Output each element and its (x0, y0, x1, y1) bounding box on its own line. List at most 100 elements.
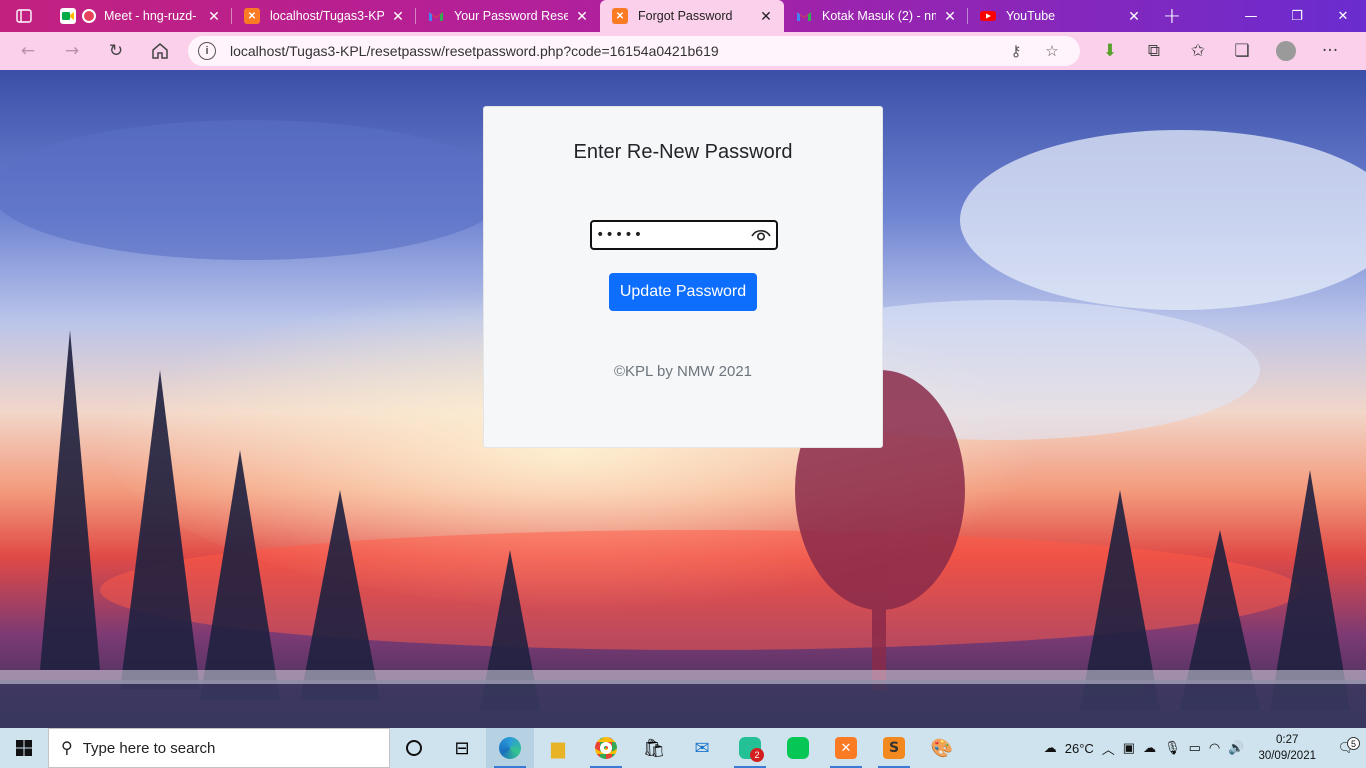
home-icon (152, 43, 168, 59)
site-info-icon[interactable]: i (198, 42, 216, 60)
more-icon: ··· (1321, 41, 1339, 61)
meet-now-icon[interactable]: ▣ (1119, 740, 1139, 756)
youtube-icon (980, 8, 996, 24)
taskbar-sublime[interactable]: S (870, 728, 918, 768)
favorites-icon: ✩ (1190, 41, 1206, 61)
home-button[interactable] (138, 35, 182, 67)
idm-extension-button[interactable]: ⬇ (1088, 35, 1132, 67)
tab-title: YouTube (1006, 9, 1056, 23)
tab-title: Your Password Reset L (454, 9, 568, 23)
url-text[interactable]: localhost/Tugas3-KPL/resetpassw/resetpas… (230, 43, 998, 59)
minimize-icon: — (1244, 8, 1258, 24)
tab-inbox[interactable]: Kotak Masuk (2) - nm ✕ (784, 0, 968, 32)
window-controls: — ❐ ✕ (1228, 0, 1366, 32)
weather-temperature[interactable]: 26°C (1061, 741, 1098, 756)
battery-icon[interactable]: ▭ (1185, 740, 1205, 756)
close-tab-icon[interactable]: ✕ (574, 8, 590, 25)
profile-button[interactable] (1264, 35, 1308, 67)
close-tab-icon[interactable]: ✕ (390, 8, 406, 25)
page-title: Enter Re-New Password (573, 141, 793, 163)
collections-button[interactable]: ❏ (1220, 35, 1264, 67)
maximize-button[interactable]: ❐ (1274, 0, 1320, 32)
close-tab-icon[interactable]: ✕ (206, 8, 222, 25)
restore-icon: ❐ (1291, 8, 1303, 24)
close-tab-icon[interactable]: ✕ (942, 8, 958, 25)
xampp-icon: ✕ (244, 8, 260, 24)
wifi-icon[interactable]: ◠ (1205, 740, 1224, 756)
back-button[interactable]: ← (6, 35, 50, 67)
page-background: Enter Re-New Password Update Password ©K… (0, 70, 1366, 728)
new-tab-button[interactable]: + (1152, 0, 1192, 32)
taskbar-paint[interactable]: 🎨 (918, 728, 966, 768)
edge-icon (499, 737, 521, 759)
recording-icon (82, 9, 96, 23)
tab-localhost[interactable]: ✕ localhost/Tugas3-KPL/ ✕ (232, 0, 416, 32)
settings-menu-button[interactable]: ··· (1308, 35, 1352, 67)
onedrive-icon[interactable]: ☁ (1139, 740, 1160, 756)
gmail-icon (796, 8, 812, 24)
taskbar-file-explorer[interactable]: ▆ (534, 728, 582, 768)
tab-forgot-password[interactable]: ✕ Forgot Password ✕ (600, 0, 784, 32)
forward-button[interactable]: → (50, 35, 94, 67)
refresh-button[interactable]: ↻ (94, 35, 138, 67)
tab-password-reset-mail[interactable]: Your Password Reset L ✕ (416, 0, 600, 32)
browser-toolbar: ← → ↻ i localhost/Tugas3-KPL/resetpassw/… (0, 32, 1366, 70)
update-password-button[interactable]: Update Password (609, 273, 757, 311)
system-tray: ☁ 26°C ︿ ▣ ☁ 🎙 ▭ ◠ 🔊 0:27 30/09/2021 🗨 5 (1040, 728, 1366, 768)
notification-center-button[interactable]: 🗨 5 (1326, 737, 1366, 756)
close-window-button[interactable]: ✕ (1320, 0, 1366, 32)
close-icon: ✕ (1337, 8, 1349, 24)
taskbar-search-box[interactable]: ⚲ Type here to search (48, 728, 390, 768)
taskbar-edge[interactable] (486, 728, 534, 768)
favorites-button[interactable]: ✩ (1176, 35, 1220, 67)
close-tab-icon[interactable]: ✕ (758, 8, 774, 25)
password-field[interactable] (590, 220, 778, 250)
chrome-icon (595, 737, 617, 759)
windows-logo-icon (16, 740, 32, 756)
line-icon (787, 737, 809, 759)
search-icon: ⚲ (61, 740, 73, 757)
taskbar-mail[interactable]: ✉ (678, 728, 726, 768)
plus-icon: + (1162, 3, 1182, 29)
cortana-icon (406, 740, 422, 756)
taskbar-store[interactable]: 🛍 (630, 728, 678, 768)
show-password-toggle[interactable] (750, 225, 772, 245)
xampp-icon: ✕ (612, 8, 628, 24)
xampp-icon: ✕ (835, 737, 857, 759)
notification-count: 5 (1347, 737, 1360, 750)
show-hidden-icons[interactable]: ︿ (1098, 739, 1119, 758)
close-tab-icon[interactable]: ✕ (1126, 8, 1142, 25)
password-key-icon[interactable]: ⚷ (998, 42, 1034, 60)
footer-copyright: ©KPL by NMW 2021 (613, 363, 753, 380)
collections-icon: ❏ (1234, 41, 1250, 61)
taskbar-xampp[interactable]: ✕ (822, 728, 870, 768)
minimize-button[interactable]: — (1228, 0, 1274, 32)
weather-icon[interactable]: ☁ (1040, 740, 1061, 756)
forward-arrow-icon: → (64, 41, 80, 61)
task-view-button[interactable]: ⊟ (438, 728, 486, 768)
folder-icon: ▆ (551, 737, 565, 759)
tab-title: Forgot Password (638, 9, 733, 23)
whatsapp-badge: 2 (750, 748, 764, 762)
address-bar[interactable]: i localhost/Tugas3-KPL/resetpassw/resetp… (188, 36, 1080, 66)
tab-youtube[interactable]: YouTube ✕ (968, 0, 1152, 32)
tab-meet[interactable]: Meet - hng-ruzd- ✕ (48, 0, 232, 32)
extensions-button[interactable]: ⧉ (1132, 35, 1176, 67)
paint-icon: 🎨 (930, 737, 954, 759)
taskbar-line[interactable] (774, 728, 822, 768)
cortana-button[interactable] (390, 728, 438, 768)
tab-actions-icon (16, 9, 32, 23)
clock-date: 30/09/2021 (1258, 750, 1316, 762)
gmail-icon (428, 8, 444, 24)
microphone-icon[interactable]: 🎙 (1160, 740, 1185, 756)
start-button[interactable] (0, 728, 48, 768)
volume-icon[interactable]: 🔊 (1224, 740, 1248, 756)
new-password-input[interactable] (596, 227, 750, 243)
add-favorite-icon[interactable]: ☆ (1034, 42, 1070, 60)
clock[interactable]: 0:27 30/09/2021 (1248, 732, 1326, 764)
tab-actions-button[interactable] (0, 0, 48, 32)
taskbar-whatsapp[interactable]: 2 (726, 728, 774, 768)
mail-icon: ✉ (694, 737, 710, 759)
tab-strip: Meet - hng-ruzd- ✕ ✕ localhost/Tugas3-KP… (0, 0, 1366, 32)
taskbar-chrome[interactable] (582, 728, 630, 768)
